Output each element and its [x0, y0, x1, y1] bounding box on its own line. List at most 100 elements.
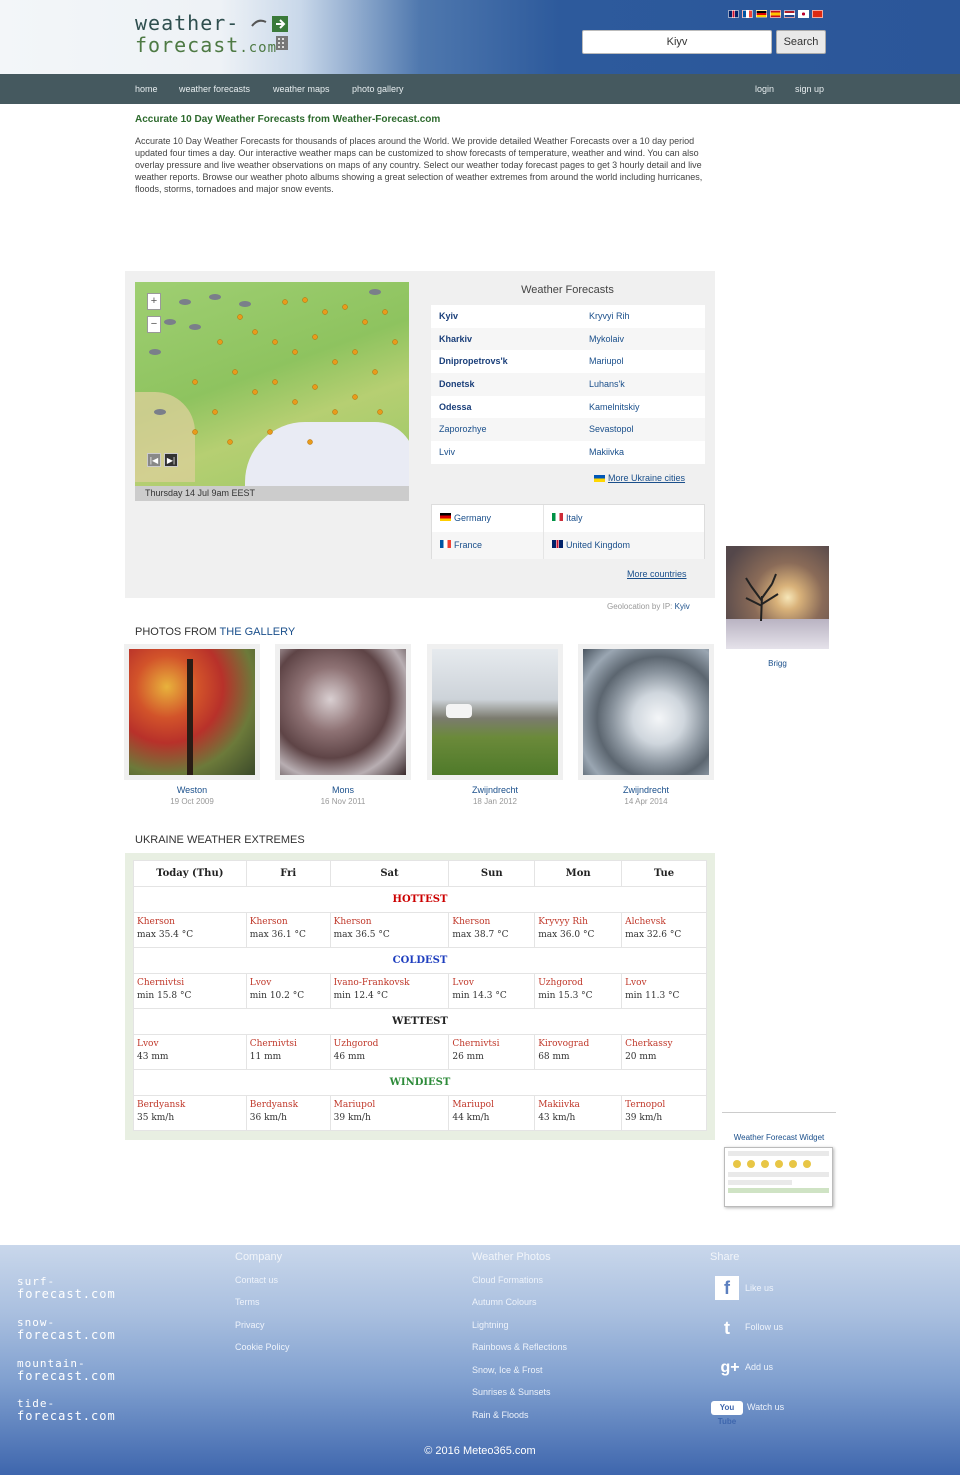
extremes-place-link[interactable]: Lvov	[625, 977, 703, 990]
share-facebook-label[interactable]: Like us	[745, 1283, 774, 1293]
city-link[interactable]: Kamelnitskiy	[589, 402, 640, 412]
country-link-germany[interactable]: Germany	[454, 513, 491, 523]
side-photo-caption[interactable]: Brigg	[726, 659, 829, 668]
extremes-place-link[interactable]: Kherson	[137, 916, 243, 929]
country-link-france[interactable]: France	[454, 540, 482, 550]
extremes-place-link[interactable]: Uzhgorod	[538, 977, 618, 990]
extremes-place-link[interactable]: Chernivtsi	[137, 977, 243, 990]
extremes-place-link[interactable]: Kirovograd	[538, 1038, 618, 1051]
flag-cn-icon[interactable]	[812, 10, 823, 18]
nav-weather-forecasts[interactable]: weather forecasts	[179, 84, 250, 94]
share-youtube-label[interactable]: Watch us	[747, 1402, 784, 1412]
flag-jp-icon[interactable]	[798, 10, 809, 18]
extremes-place-link[interactable]: Lvov	[250, 977, 327, 990]
widget-title[interactable]: Weather Forecast Widget	[722, 1133, 836, 1142]
country-link-italy[interactable]: Italy	[566, 513, 583, 523]
footer-link[interactable]: Privacy	[235, 1320, 265, 1330]
twitter-icon[interactable]: t	[715, 1316, 739, 1340]
city-link[interactable]: Mykolaiv	[589, 334, 624, 344]
extremes-place-link[interactable]: Kherson	[250, 916, 327, 929]
extremes-place-link[interactable]: Kherson	[452, 916, 531, 929]
nav-login[interactable]: login	[755, 84, 774, 94]
more-ukraine-cities-link[interactable]: More Ukraine cities	[594, 473, 685, 483]
extremes-place-link[interactable]: Lvov	[452, 977, 531, 990]
footer-link[interactable]: Sunrises & Sunsets	[472, 1387, 551, 1397]
google-plus-icon[interactable]: g+	[718, 1356, 742, 1380]
gallery-thumb[interactable]	[124, 644, 260, 780]
extremes-place-link[interactable]: Mariupol	[334, 1099, 446, 1112]
city-link[interactable]: Luhans'k	[589, 379, 625, 389]
flag-nl-icon[interactable]	[784, 10, 795, 18]
side-photo[interactable]	[726, 546, 829, 649]
flag-fr-icon[interactable]	[742, 10, 753, 18]
gallery-thumb[interactable]	[275, 644, 411, 780]
extremes-place-link[interactable]: Berdyansk	[250, 1099, 327, 1112]
extremes-place-link[interactable]: Ternopol	[625, 1099, 703, 1112]
youtube-icon[interactable]: You Tube	[711, 1401, 743, 1426]
gallery-thumb[interactable]	[427, 644, 563, 780]
city-link[interactable]: Mariupol	[589, 356, 624, 366]
extremes-place-link[interactable]: Makiivka	[538, 1099, 618, 1112]
facebook-icon[interactable]: f	[715, 1276, 739, 1300]
extremes-place-link[interactable]: Ivano-Frankovsk	[334, 977, 446, 990]
more-countries-link[interactable]: More countries	[627, 569, 687, 579]
map-back-icon[interactable]: |◀	[147, 453, 161, 467]
share-google-label[interactable]: Add us	[745, 1362, 773, 1372]
extremes-place-link[interactable]: Chernivtsi	[250, 1038, 327, 1051]
footer-logo-mountain[interactable]: mountain-forecast.com	[17, 1357, 116, 1383]
footer-link[interactable]: Terms	[235, 1297, 260, 1307]
footer-link[interactable]: Rainbows & Reflections	[472, 1342, 567, 1352]
share-twitter-label[interactable]: Follow us	[745, 1322, 783, 1332]
extremes-place-link[interactable]: Alchevsk	[625, 916, 703, 929]
search-button[interactable]: Search	[776, 30, 826, 54]
gallery-caption-name[interactable]: Mons	[275, 785, 411, 796]
footer-link[interactable]: Snow, Ice & Frost	[472, 1365, 543, 1375]
city-link[interactable]: Kharkiv	[439, 334, 472, 344]
extremes-place-link[interactable]: Uzhgorod	[334, 1038, 446, 1051]
map-zoom-out-button[interactable]: −	[147, 316, 161, 333]
city-link[interactable]: Dnipropetrovs'k	[439, 356, 508, 366]
footer-link[interactable]: Cloud Formations	[472, 1275, 543, 1285]
footer-link[interactable]: Cookie Policy	[235, 1342, 290, 1352]
nav-weather-maps[interactable]: weather maps	[273, 84, 330, 94]
footer-link[interactable]: Autumn Colours	[472, 1297, 537, 1307]
nav-signup[interactable]: sign up	[795, 84, 824, 94]
footer-link[interactable]: Contact us	[235, 1275, 278, 1285]
site-logo[interactable]: weather- forecast.com	[135, 12, 295, 58]
extremes-place-link[interactable]: Chernivtsi	[452, 1038, 531, 1051]
map-play-icon[interactable]: ▶|	[164, 453, 178, 467]
nav-home[interactable]: home	[135, 84, 158, 94]
search-input[interactable]: Kiyv	[582, 30, 772, 54]
gallery-caption-name[interactable]: Zwijndrecht	[578, 785, 714, 796]
extremes-place-link[interactable]: Kherson	[334, 916, 446, 929]
footer-logo-snow[interactable]: snow-forecast.com	[17, 1316, 116, 1342]
footer-logo-tide[interactable]: tide-forecast.com	[17, 1397, 116, 1423]
extremes-place-link[interactable]: Kryvyy Rih	[538, 916, 618, 929]
flag-de-icon[interactable]	[756, 10, 767, 18]
city-link[interactable]: Kyiv	[439, 311, 458, 321]
city-link[interactable]: Zaporozhye	[439, 424, 487, 434]
extremes-place-link[interactable]: Lvov	[137, 1038, 243, 1051]
nav-photo-gallery[interactable]: photo gallery	[352, 84, 404, 94]
footer-logo-surf[interactable]: surf-forecast.com	[17, 1275, 116, 1301]
map-zoom-in-button[interactable]: +	[147, 293, 161, 310]
country-link-united-kingdom[interactable]: United Kingdom	[566, 540, 630, 550]
flag-gb-icon[interactable]	[728, 10, 739, 18]
gallery-caption-name[interactable]: Weston	[124, 785, 260, 796]
city-link[interactable]: Lviv	[439, 447, 455, 457]
city-link[interactable]: Odessa	[439, 402, 472, 412]
flag-es-icon[interactable]	[770, 10, 781, 18]
footer-link[interactable]: Rain & Floods	[472, 1410, 529, 1420]
footer-link[interactable]: Lightning	[472, 1320, 509, 1330]
extremes-place-link[interactable]: Berdyansk	[137, 1099, 243, 1112]
widget-preview[interactable]	[724, 1147, 833, 1207]
geolocation-city-link[interactable]: Kyiv	[675, 602, 690, 611]
city-link[interactable]: Sevastopol	[589, 424, 634, 434]
extremes-place-link[interactable]: Mariupol	[452, 1099, 531, 1112]
city-link[interactable]: Donetsk	[439, 379, 475, 389]
city-link[interactable]: Kryvyi Rih	[589, 311, 630, 321]
city-link[interactable]: Makiivka	[589, 447, 624, 457]
gallery-thumb[interactable]	[578, 644, 714, 780]
gallery-caption-name[interactable]: Zwijndrecht	[427, 785, 563, 796]
extremes-place-link[interactable]: Cherkassy	[625, 1038, 703, 1051]
